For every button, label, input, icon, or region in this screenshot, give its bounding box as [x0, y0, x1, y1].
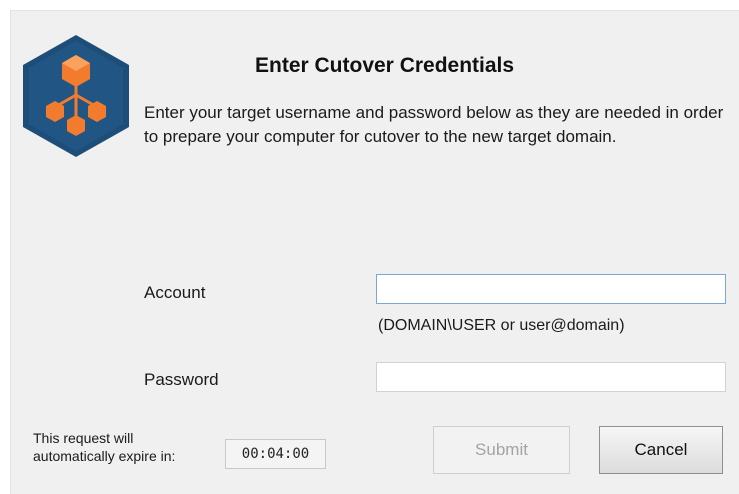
expiry-notice-line1: This request will — [33, 430, 134, 446]
password-label: Password — [144, 370, 219, 389]
account-input[interactable] — [376, 274, 726, 304]
dialog-description: Enter your target username and password … — [144, 103, 724, 146]
submit-button[interactable]: Submit — [433, 426, 570, 474]
password-input[interactable] — [376, 362, 726, 392]
network-hub-icon — [23, 35, 129, 157]
cutover-credentials-dialog: Enter Cutover Credentials Enter your tar… — [10, 10, 739, 494]
cancel-button[interactable]: Cancel — [599, 426, 723, 474]
account-label: Account — [144, 283, 206, 302]
expiry-countdown: 00:04:00 — [225, 439, 326, 469]
expiry-notice: This request will automatically expire i… — [33, 429, 233, 465]
dialog-title: Enter Cutover Credentials — [255, 54, 515, 77]
expiry-notice-line2: automatically expire in: — [33, 448, 176, 464]
account-format-hint: (DOMAIN\USER or user@domain) — [378, 317, 625, 334]
